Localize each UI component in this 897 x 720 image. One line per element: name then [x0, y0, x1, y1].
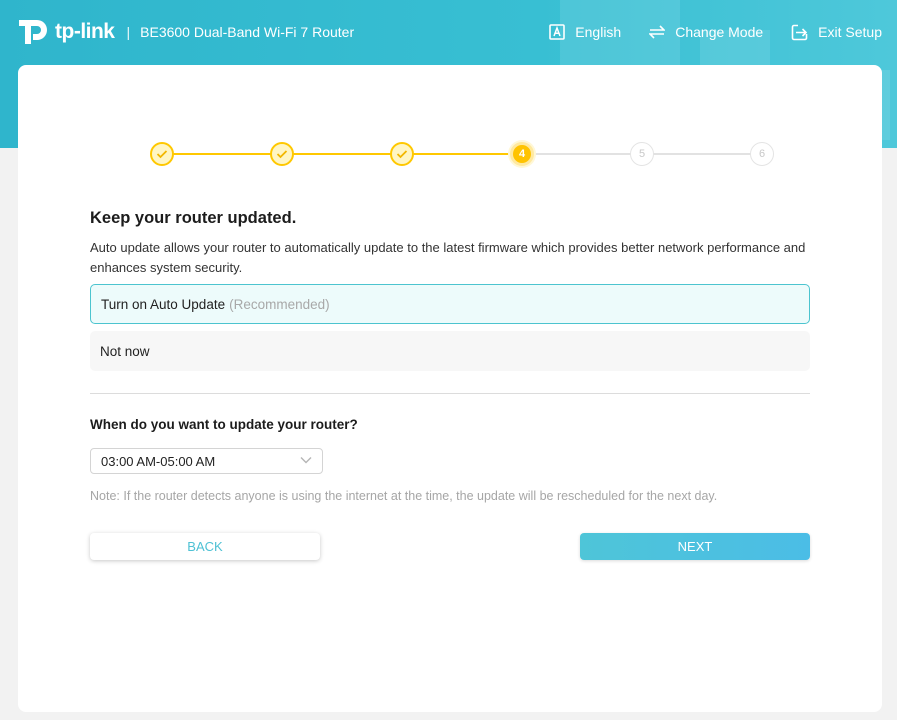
language-button[interactable]: English [549, 24, 621, 40]
option-label: Turn on Auto Update [101, 296, 226, 312]
step-6-pending: 6 [750, 142, 774, 166]
step-5-pending: 5 [630, 142, 654, 166]
language-icon [549, 24, 566, 40]
exit-setup-button[interactable]: Exit Setup [791, 24, 882, 41]
next-button[interactable]: NEXT [580, 533, 810, 560]
checkmark-icon [156, 150, 168, 159]
auto-update-on-option[interactable]: Turn on Auto Update (Recommended) [90, 284, 810, 324]
progress-stepper: 4 5 6 [150, 142, 776, 166]
tp-link-logo-icon [19, 20, 47, 44]
recommended-hint: (Recommended) [229, 296, 330, 312]
stepper-line-complete [162, 153, 522, 155]
checkmark-icon [396, 150, 408, 159]
reschedule-note: Note: If the router detects anyone is us… [90, 489, 718, 503]
exit-icon [791, 24, 808, 40]
page-description: Auto update allows your router to automa… [90, 240, 806, 275]
logo-text: tp-link [55, 20, 115, 43]
schedule-question: When do you want to update your router? [90, 417, 358, 432]
language-label: English [575, 24, 622, 40]
change-mode-button[interactable]: Change Mode [649, 24, 763, 40]
step-2-complete [270, 142, 294, 166]
back-button[interactable]: BACK [90, 533, 320, 560]
header-separator: | [126, 24, 131, 40]
chevron-down-icon [300, 457, 312, 464]
page-title: Keep your router updated. [90, 209, 297, 227]
change-mode-label: Change Mode [675, 24, 764, 40]
step-4-current: 4 [510, 142, 534, 166]
router-model-title: BE3600 Dual-Band Wi-Fi 7 Router [140, 24, 355, 40]
change-mode-icon [649, 25, 666, 39]
update-time-select[interactable]: 03:00 AM-05:00 AM [90, 448, 323, 474]
exit-setup-label: Exit Setup [818, 24, 882, 40]
section-divider [90, 393, 810, 394]
update-time-value: 03:00 AM-05:00 AM [101, 453, 216, 469]
tp-link-logo: tp-link [17, 16, 115, 48]
checkmark-icon [276, 150, 288, 159]
top-actions: English Change Mode Exit Setup [521, 24, 882, 41]
not-now-option[interactable]: Not now [90, 331, 810, 371]
option-label: Not now [100, 343, 150, 359]
top-bar: tp-link | BE3600 Dual-Band Wi-Fi 7 Route… [0, 0, 897, 64]
setup-card: 4 5 6 Keep your router updated. Auto upd… [18, 65, 882, 712]
step-1-complete [150, 142, 174, 166]
step-3-complete [390, 142, 414, 166]
